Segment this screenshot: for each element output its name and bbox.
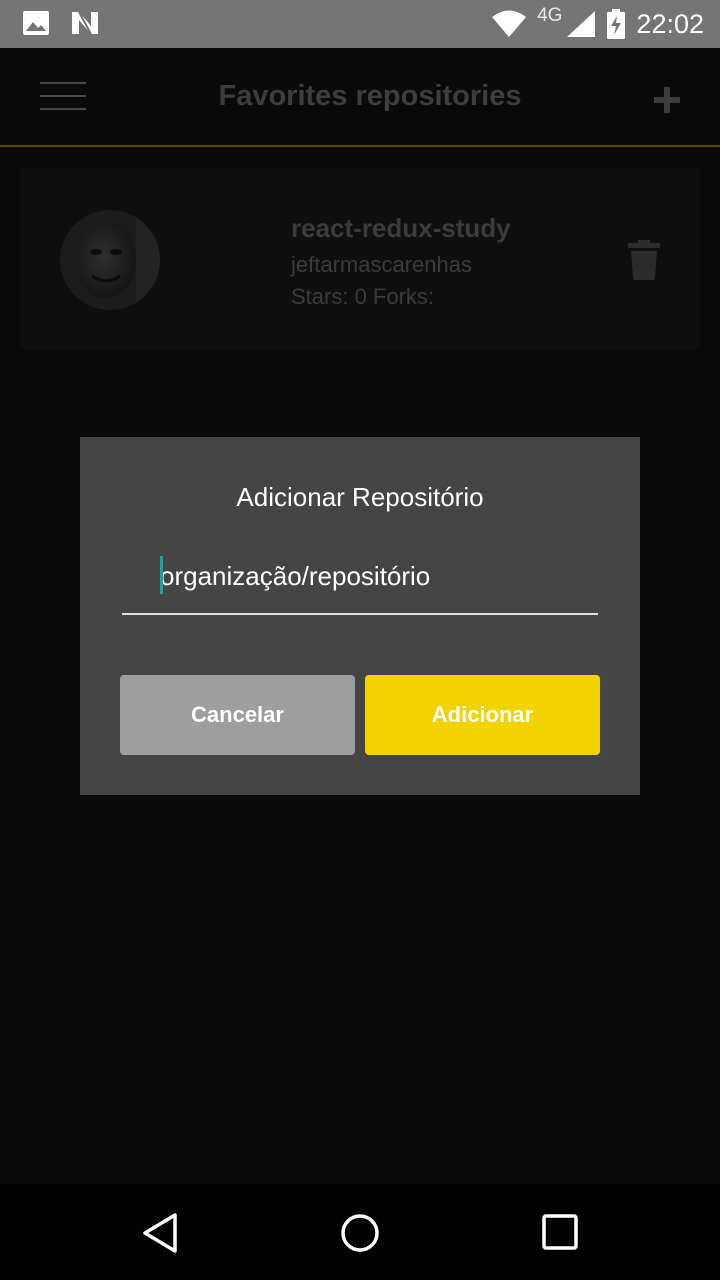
battery-charging-icon [607, 9, 626, 39]
repository-input[interactable] [160, 555, 590, 597]
status-time: 22:02 [636, 8, 704, 39]
trash-icon[interactable] [628, 240, 660, 280]
add-button[interactable]: Adicionar [365, 675, 600, 755]
repository-card[interactable]: react-redux-study jeftarmascarenhas Star… [20, 168, 700, 350]
network-type-label: 4G [537, 5, 563, 26]
recents-icon[interactable] [542, 1214, 578, 1250]
repository-name: react-redux-study [291, 213, 511, 243]
home-icon[interactable] [340, 1213, 380, 1253]
repository-stats: Stars: 0 Forks: [291, 284, 435, 309]
app-header: Favorites repositories [0, 48, 720, 147]
notification-n-icon [72, 11, 98, 35]
navigation-bar [0, 1184, 720, 1280]
status-system: 4G 22:02 [491, 0, 704, 48]
repository-owner: jeftarmascarenhas [291, 252, 472, 277]
status-bar: 4G 22:02 [0, 0, 720, 48]
back-icon[interactable] [140, 1212, 180, 1254]
repository-input-field [122, 549, 598, 615]
plus-icon[interactable] [654, 87, 680, 113]
signal-icon [567, 11, 596, 37]
page-title: Favorites repositories [218, 80, 522, 112]
wifi-icon [492, 10, 527, 37]
dialog-title: Adicionar Repositório [236, 482, 484, 512]
text-cursor [160, 556, 163, 594]
status-notifications [22, 10, 100, 36]
image-icon [23, 11, 49, 35]
cancel-button[interactable]: Cancelar [120, 675, 355, 755]
avatar [60, 210, 160, 310]
app-screen: 4G 22:02 Favorites repositories react-re… [0, 0, 720, 1280]
add-repository-dialog: Adicionar Repositório Cancelar Adicionar [80, 437, 640, 795]
